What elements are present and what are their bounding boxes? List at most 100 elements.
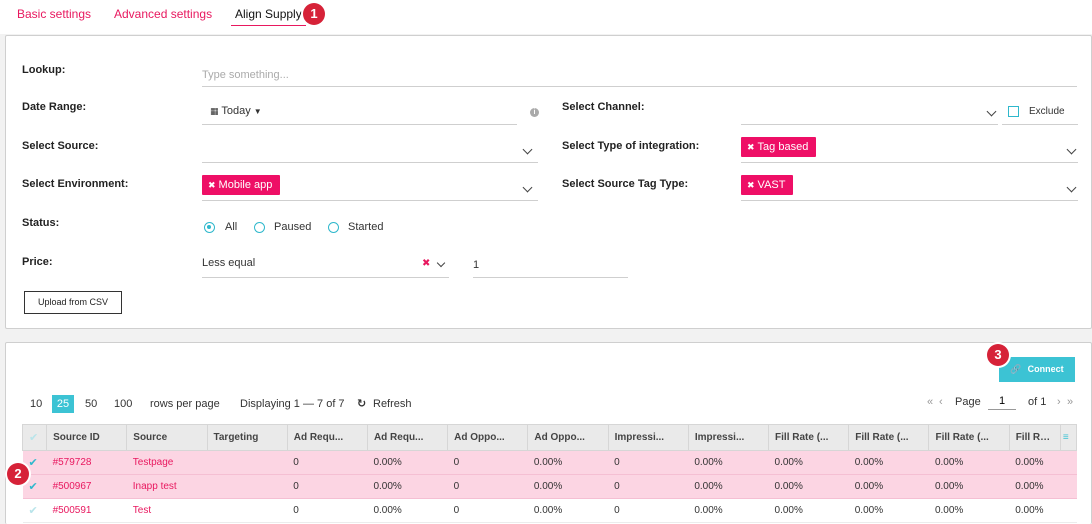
info-icon[interactable]: i (530, 108, 539, 117)
metric-cell: 0.00% (928, 450, 1010, 475)
lookup-input[interactable]: Type something... (202, 69, 289, 81)
column-header[interactable]: Ad Requ... (286, 424, 368, 451)
status-radio-paused[interactable] (254, 222, 265, 233)
chevron-down-icon[interactable] (522, 182, 533, 193)
exclude-underline (1002, 124, 1078, 125)
page-label: Page (955, 396, 981, 408)
source-id-link[interactable]: #500967 (46, 474, 127, 499)
integration-tag[interactable]: ✖ Tag based (741, 137, 817, 157)
check-icon: ✔ (28, 481, 38, 493)
metric-cell: 0.00% (768, 450, 849, 475)
source-tag-type-select[interactable] (741, 200, 1078, 201)
column-settings-icon[interactable]: ≡ (1059, 424, 1078, 451)
remove-icon[interactable]: ✖ (747, 180, 755, 190)
check-icon: ✔ (28, 457, 38, 469)
status-option-all: All (225, 221, 238, 233)
metric-cell: 0.00% (1009, 498, 1061, 523)
source-tag-type-tag[interactable]: ✖ VAST (741, 175, 794, 195)
exclude-checkbox[interactable] (1008, 106, 1019, 117)
column-header[interactable]: Impressi... (687, 424, 770, 451)
integration-select[interactable] (741, 162, 1078, 163)
chevron-down-icon[interactable] (1066, 182, 1077, 193)
first-page-icon[interactable]: « (927, 396, 933, 408)
metric-cell: 0.00% (688, 474, 769, 499)
tab-align-supply[interactable]: Align Supply (231, 7, 306, 26)
sources-table: ✔ Source ID Source Targeting Ad Requ... … (21, 424, 1078, 523)
remove-icon[interactable]: ✖ (747, 142, 755, 152)
metric-cell: 0.00% (367, 474, 448, 499)
targeting-cell (207, 450, 288, 475)
connect-button[interactable]: 🔗 Connect (999, 357, 1075, 382)
refresh-label[interactable]: Refresh (373, 398, 412, 410)
status-radio-started[interactable] (328, 222, 339, 233)
metric-cell: 0.00% (527, 474, 609, 499)
metric-cell: 0 (608, 474, 689, 499)
metric-cell: 0.00% (768, 498, 849, 523)
table-row[interactable]: ✔ #579728 Testpage 0 0.00% 0 0.00% 0 0.00% 0.00% 0… (22, 450, 1077, 475)
tab-advanced-settings[interactable]: Advanced settings (114, 7, 212, 21)
source-name-link[interactable]: Test (126, 498, 207, 523)
metric-cell: 0.00% (688, 498, 769, 523)
caret-down-icon: ▼ (253, 107, 262, 116)
next-page-icon[interactable]: › (1057, 396, 1061, 408)
source-select[interactable] (202, 162, 538, 163)
metric-cell: 0 (287, 450, 368, 475)
table-row[interactable]: ✔ #500967 Inapp test 0 0.00% 0 0.00% 0 0.00% 0.00… (22, 474, 1077, 499)
column-header[interactable]: Fill Rate (... (928, 424, 1010, 451)
displaying-count: Displaying 1 — 7 of 7 (240, 398, 345, 410)
source-name-link[interactable]: Testpage (126, 450, 207, 475)
channel-select[interactable] (741, 124, 998, 125)
integration-label: Select Type of integration: (562, 140, 700, 152)
last-page-icon[interactable]: » (1067, 396, 1073, 408)
column-header[interactable]: Ad Oppo... (447, 424, 529, 451)
page-size-25[interactable]: 25 (52, 395, 74, 413)
source-tag-type-tag-label: VAST (757, 179, 786, 191)
source-label: Select Source: (22, 140, 99, 152)
table-row[interactable]: ✔ #500591 Test 0 0.00% 0 0.00% 0 0.00% 0.00% 0.00%… (22, 498, 1077, 523)
column-header[interactable]: Targeting (206, 424, 288, 451)
prev-page-icon[interactable]: ‹ (939, 396, 943, 408)
page-size-50[interactable]: 50 (85, 398, 97, 410)
page-number-input[interactable] (988, 393, 1016, 410)
remove-icon[interactable]: ✖ (208, 180, 216, 190)
page-size-100[interactable]: 100 (114, 398, 132, 410)
column-header[interactable]: Ad Requ... (366, 424, 449, 451)
targeting-cell (207, 474, 288, 499)
chevron-down-icon[interactable] (1066, 144, 1077, 155)
column-header[interactable]: Ad Oppo... (527, 424, 609, 451)
source-id-link[interactable]: #500591 (46, 498, 127, 523)
environment-select[interactable] (202, 200, 538, 201)
column-header[interactable]: Source ID (46, 424, 128, 451)
column-header[interactable]: Fill Rate (... (848, 424, 930, 451)
row-checkbox[interactable]: ✔ (22, 498, 47, 523)
metric-cell: 0 (287, 474, 368, 499)
annotation-badge-2: 2 (7, 463, 29, 485)
status-radio-all[interactable] (204, 222, 215, 233)
tab-basic-settings[interactable]: Basic settings (17, 7, 91, 21)
column-header[interactable]: Fill Rate (... (1008, 424, 1061, 451)
price-operator-select[interactable] (202, 277, 449, 278)
targeting-cell (207, 498, 288, 523)
status-option-started: Started (348, 221, 384, 233)
source-name-link[interactable]: Inapp test (126, 474, 207, 499)
table-header-row: ✔ Source ID Source Targeting Ad Requ... … (21, 424, 1078, 451)
column-header[interactable]: Source (126, 424, 208, 451)
lookup-label: Lookup: (22, 64, 66, 76)
source-id-link[interactable]: #579728 (46, 450, 127, 475)
metric-cell: 0 (608, 450, 689, 475)
refresh-icon[interactable]: ↻ (357, 397, 366, 410)
chevron-down-icon[interactable] (522, 144, 533, 155)
chevron-down-icon[interactable] (986, 106, 997, 117)
page-size-10[interactable]: 10 (30, 398, 42, 410)
select-all-checkbox[interactable]: ✔ (21, 424, 48, 451)
metric-cell: 0.00% (1009, 474, 1061, 499)
column-header[interactable]: Impressi... (607, 424, 689, 451)
price-value-input[interactable]: 1 (473, 259, 479, 271)
environment-tag[interactable]: ✖ Mobile app (202, 175, 281, 195)
price-operator-value[interactable]: Less equal (202, 257, 255, 269)
upload-csv-button[interactable]: Upload from CSV (24, 291, 122, 314)
chevron-down-icon[interactable] (436, 258, 446, 268)
clear-icon[interactable]: ✖ (422, 258, 430, 269)
date-range-dropdown[interactable]: ▦ Today ▼ (210, 105, 262, 117)
column-header[interactable]: Fill Rate (... (768, 424, 850, 451)
